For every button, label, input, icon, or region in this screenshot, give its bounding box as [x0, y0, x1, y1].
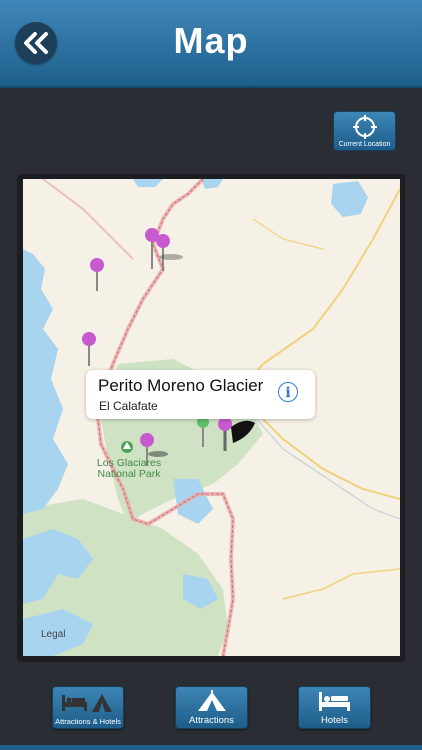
nav-bar: Map — [0, 0, 422, 88]
tent-icon — [197, 690, 226, 711]
tab-label: Attractions — [189, 715, 234, 726]
current-location-label: Current Location — [338, 141, 391, 148]
attractions-button[interactable]: Attractions — [175, 686, 248, 729]
bed-icon — [318, 692, 350, 711]
callout-title: Perito Moreno Glacier — [98, 376, 264, 395]
park-label-line2: National Park — [97, 468, 161, 480]
callout-subtitle: El Calafate — [99, 399, 158, 413]
bed-and-tent-icon — [62, 694, 112, 712]
tab-label: Attractions & Hotels — [55, 717, 121, 726]
page-title: Map — [173, 20, 249, 61]
park-label: Los Glaciares National Park — [94, 458, 164, 480]
map-callout[interactable]: Perito Moreno Glacier El Calafate i — [86, 370, 315, 419]
tab-label: Hotels — [321, 715, 348, 726]
attractions-hotels-button[interactable]: Attractions & Hotels — [52, 686, 124, 729]
crosshair-icon — [352, 115, 377, 139]
current-location-button[interactable]: Current Location — [333, 111, 396, 151]
info-icon[interactable]: i — [278, 382, 298, 402]
legal-link[interactable]: Legal — [41, 629, 65, 640]
bottom-accent — [0, 745, 422, 750]
hotels-button[interactable]: Hotels — [298, 686, 371, 729]
